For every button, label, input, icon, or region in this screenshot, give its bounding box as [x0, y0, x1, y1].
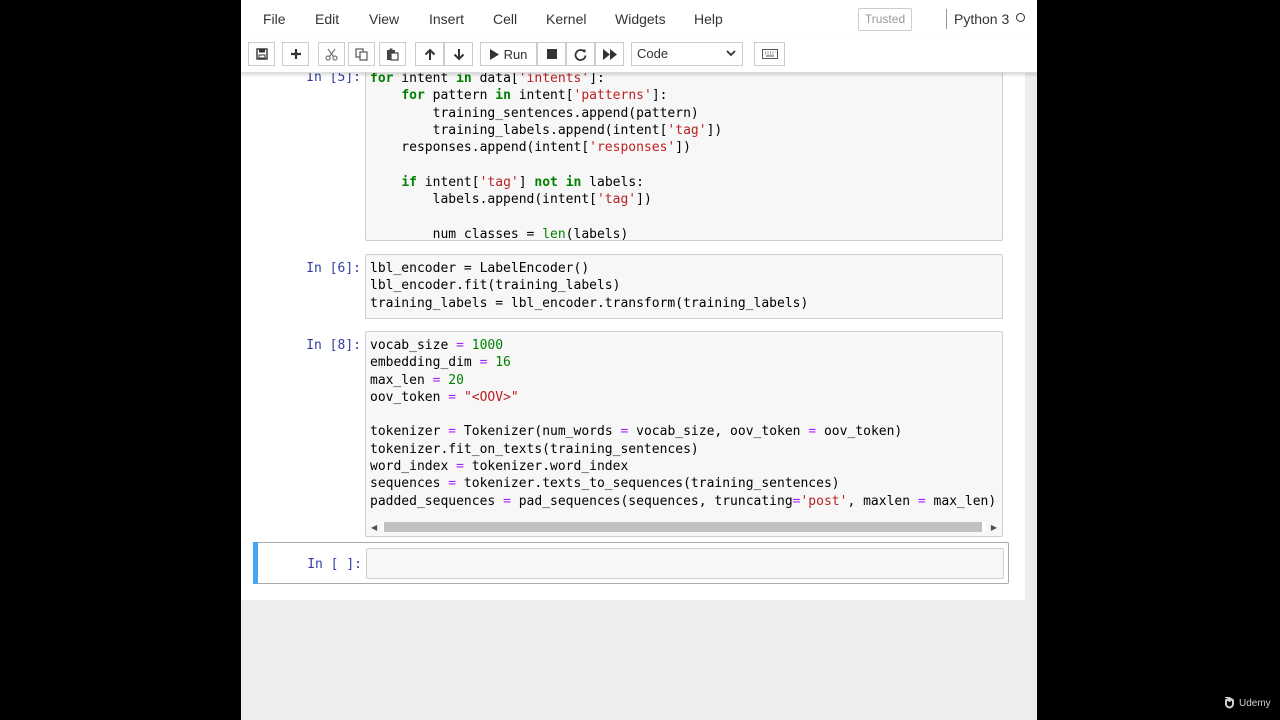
cell-input[interactable] — [366, 548, 1004, 579]
cell-prompt: In [ ]: — [307, 557, 362, 572]
kernel-name[interactable]: Python 3 — [954, 11, 1009, 27]
notebook-background — [241, 600, 1037, 720]
code-line: responses.append(intent['responses']) — [370, 140, 691, 156]
restart-icon — [574, 48, 587, 61]
code-block: vocab_size = 1000 embedding_dim = 16 max… — [366, 337, 1002, 510]
code-line: embedding_dim = 16 — [370, 355, 511, 371]
selected-code-cell[interactable]: In [ ]: — [253, 542, 1009, 584]
menu-help[interactable]: Help — [694, 11, 723, 27]
cell-prompt: In [5]: — [306, 72, 361, 85]
cell-input[interactable]: for intent in data['intents']: for patte… — [365, 72, 1003, 241]
jupyter-window: File Edit View Insert Cell Kernel Widget… — [241, 0, 1037, 720]
code-line: labels.append(intent['tag']) — [370, 192, 652, 208]
code-line: num_classes = len(labels) — [370, 226, 629, 241]
cell-input[interactable]: lbl_encoder = LabelEncoder() lbl_encoder… — [365, 254, 1003, 319]
code-line: padded_sequences = pad_sequences(sequenc… — [370, 493, 997, 509]
scroll-left-icon[interactable]: ◀ — [371, 523, 377, 532]
udemy-logo-icon — [1225, 697, 1234, 709]
cell-prompt: In [8]: — [306, 338, 361, 353]
code-line: for pattern in intent['patterns']: — [401, 88, 668, 104]
notebook-container[interactable]: In [5]: for intent in data['intents']: f… — [241, 72, 1025, 600]
code-cell[interactable]: In [5]: for intent in data['intents']: f… — [253, 72, 1009, 242]
menubar: File Edit View Insert Cell Kernel Widget… — [241, 0, 1037, 39]
cut-icon — [325, 48, 338, 61]
menu-edit[interactable]: Edit — [315, 11, 339, 27]
code-line: max_len = 20 — [370, 372, 464, 388]
code-line: lbl_encoder.fit(training_labels) — [370, 278, 621, 294]
code-cell[interactable]: In [6]: lbl_encoder = LabelEncoder() lbl… — [253, 254, 1009, 319]
menu-cell[interactable]: Cell — [493, 11, 517, 27]
kernel-separator — [946, 9, 947, 29]
arrow-down-icon — [453, 48, 464, 60]
cell-type-select[interactable]: Code — [631, 42, 743, 66]
save-icon — [255, 48, 268, 60]
paste-icon — [387, 48, 399, 61]
menu-file[interactable]: File — [263, 11, 286, 27]
code-line: lbl_encoder = LabelEncoder() — [370, 261, 590, 276]
scroll-right-icon[interactable]: ▶ — [991, 523, 997, 532]
command-palette-button[interactable] — [754, 42, 785, 66]
code-line: vocab_size = 1000 — [370, 338, 504, 353]
code-line: training_sentences.append(pattern) — [370, 105, 699, 121]
move-down-button[interactable] — [444, 42, 473, 66]
chevron-down-icon — [726, 50, 736, 57]
run-label: Run — [503, 46, 528, 62]
plus-icon — [290, 49, 301, 59]
menu-widgets[interactable]: Widgets — [615, 11, 666, 27]
cut-button[interactable] — [318, 42, 345, 66]
insert-cell-button[interactable] — [282, 42, 309, 66]
cell-type-value: Code — [637, 46, 669, 61]
copy-button[interactable] — [348, 42, 375, 66]
udemy-watermark: Udemy — [1224, 697, 1271, 709]
arrow-up-icon — [424, 48, 435, 60]
run-button[interactable]: Run — [480, 42, 537, 66]
trusted-indicator[interactable]: Trusted — [858, 8, 912, 31]
scrollbar-thumb[interactable] — [384, 522, 982, 532]
copy-icon — [355, 47, 368, 61]
paste-button[interactable] — [379, 42, 406, 66]
cell-prompt: In [6]: — [306, 261, 361, 276]
run-icon — [489, 48, 499, 60]
watermark-label: Udemy — [1239, 697, 1271, 709]
keyboard-icon — [761, 49, 778, 59]
stop-icon — [546, 49, 557, 59]
code-line: for intent in data['intents']: — [370, 72, 605, 86]
restart-run-all-button[interactable] — [595, 42, 624, 66]
code-line: training_labels.append(intent['tag']) — [370, 122, 723, 138]
toolbar: Run Code — [241, 39, 1037, 73]
move-up-button[interactable] — [415, 42, 444, 66]
code-block: lbl_encoder = LabelEncoder() lbl_encoder… — [366, 260, 1002, 312]
fast-forward-icon — [602, 48, 617, 60]
code-line: oov_token = "<OOV>" — [370, 389, 519, 405]
save-button[interactable] — [248, 42, 275, 66]
cell-input[interactable]: vocab_size = 1000 embedding_dim = 16 max… — [365, 331, 1003, 537]
code-line: tokenizer.fit_on_texts(training_sentence… — [370, 441, 699, 457]
horizontal-scrollbar[interactable]: ◀ ▶ — [368, 520, 1000, 534]
code-line: if intent['tag'] not in labels: — [401, 174, 644, 190]
code-line: training_labels = lbl_encoder.transform(… — [370, 295, 809, 311]
code-block: for intent in data['intents']: for patte… — [366, 72, 1002, 241]
code-line: tokenizer = Tokenizer(num_words = vocab_… — [370, 424, 903, 440]
code-line: word_index = tokenizer.word_index — [370, 459, 629, 475]
menu-view[interactable]: View — [369, 11, 399, 27]
restart-button[interactable] — [566, 42, 595, 66]
menu-kernel[interactable]: Kernel — [546, 11, 586, 27]
code-cell[interactable]: In [8]: vocab_size = 1000 embedding_dim … — [253, 331, 1009, 537]
interrupt-button[interactable] — [537, 42, 566, 66]
menu-insert[interactable]: Insert — [429, 11, 464, 27]
code-line: sequences = tokenizer.texts_to_sequences… — [370, 476, 840, 492]
kernel-idle-icon — [1016, 13, 1025, 22]
